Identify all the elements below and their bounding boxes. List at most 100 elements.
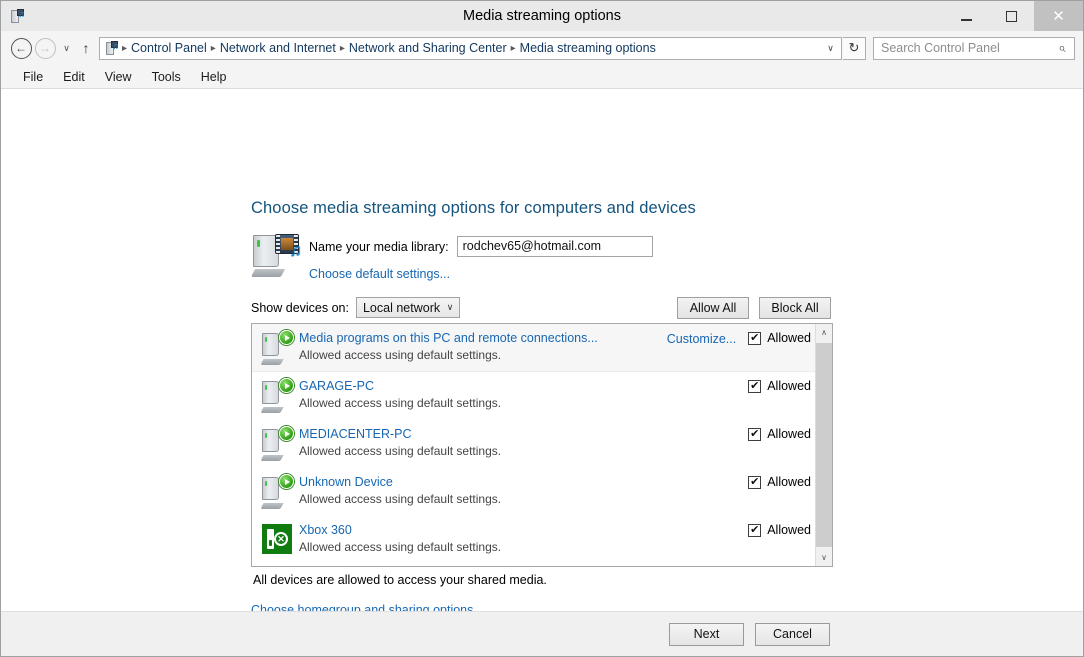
breadcrumb-item-control-panel[interactable]: Control Panel: [128, 41, 210, 55]
media-library-section: ♫ Name your media library: rodchev65@hot…: [250, 232, 653, 281]
menu-item-help[interactable]: Help: [191, 67, 237, 87]
back-button[interactable]: ←: [9, 36, 33, 60]
play-icon: [279, 378, 294, 393]
search-icon: ⌕: [1058, 40, 1066, 55]
media-library-icon: ♫: [250, 232, 302, 278]
xbox-icon: ✕: [261, 522, 295, 558]
menu-item-view[interactable]: View: [95, 67, 142, 87]
play-icon: [279, 474, 294, 489]
play-icon: [279, 330, 294, 345]
back-icon: ←: [10, 37, 32, 59]
breadcrumb-separator: ▸: [210, 42, 216, 54]
menu-item-edit[interactable]: Edit: [53, 67, 95, 87]
table-row[interactable]: MEDIACENTER-PC Allowed access using defa…: [252, 420, 815, 468]
device-name[interactable]: Unknown Device: [299, 475, 748, 489]
allowed-checkbox[interactable]: ✔: [748, 524, 762, 537]
show-devices-label: Show devices on:: [251, 300, 349, 315]
bulk-action-buttons: Allow All Block All: [677, 297, 831, 319]
device-allow-group[interactable]: ✔ Allowed: [748, 329, 811, 345]
allow-all-button[interactable]: Allow All: [677, 297, 749, 319]
minimize-icon: [961, 18, 972, 21]
device-status: Allowed access using default settings.: [299, 348, 502, 362]
device-list-rows: Media programs on this PC and remote con…: [252, 324, 815, 566]
search-input[interactable]: Search Control Panel: [881, 41, 1054, 55]
show-devices-value: Local network: [362, 300, 441, 315]
media-server-icon: [260, 426, 295, 462]
device-name[interactable]: Xbox 360: [299, 523, 748, 537]
allowed-label: Allowed: [767, 379, 811, 393]
device-list: Media programs on this PC and remote con…: [251, 323, 833, 567]
table-row[interactable]: Unknown Device Allowed access using defa…: [252, 468, 815, 516]
device-status: Allowed access using default settings.: [299, 540, 502, 554]
device-allow-group[interactable]: ✔ Allowed: [748, 521, 811, 537]
allowed-label: Allowed: [767, 475, 811, 489]
breadcrumb-item-network-and-sharing-center[interactable]: Network and Sharing Center: [346, 41, 510, 55]
scrollbar-track[interactable]: [816, 341, 832, 549]
allowed-label: Allowed: [767, 523, 811, 537]
breadcrumb-icon: ♫: [104, 40, 119, 56]
allowed-checkbox[interactable]: ✔: [748, 476, 762, 489]
allowed-checkbox[interactable]: ✔: [748, 380, 762, 393]
device-name[interactable]: MEDIACENTER-PC: [299, 427, 748, 441]
media-server-icon: [260, 474, 295, 510]
table-row[interactable]: ✕ Xbox 360 Allowed access using default …: [252, 516, 815, 564]
address-bar: ← → ∨ ↑ ♫ ▸ Control Panel ▸ Network and …: [1, 31, 1083, 65]
device-status: Allowed access using default settings.: [299, 444, 502, 458]
device-list-scrollbar[interactable]: ∧ ∨: [815, 324, 832, 566]
link-choose-homegroup-and-sharing-options[interactable]: Choose homegroup and sharing options: [251, 601, 473, 611]
device-name[interactable]: GARAGE-PC: [299, 379, 748, 393]
recent-locations-button[interactable]: ∨: [58, 36, 75, 60]
device-allow-group[interactable]: ✔ Allowed: [748, 377, 811, 393]
up-button[interactable]: ↑: [75, 36, 97, 60]
device-allow-group[interactable]: ✔ Allowed: [748, 473, 811, 489]
scroll-up-button[interactable]: ∧: [816, 324, 832, 341]
menu-item-tools[interactable]: Tools: [142, 67, 191, 87]
window-controls: ✕: [944, 1, 1083, 31]
cancel-button[interactable]: Cancel: [755, 622, 830, 646]
show-devices-select[interactable]: Local network ∨: [355, 297, 460, 318]
breadcrumb-item-media-streaming-options[interactable]: Media streaming options: [517, 41, 659, 55]
media-server-icon: [260, 330, 295, 366]
media-streaming-options-window: ♫ Media streaming options ✕ ← → ∨ ↑ ♫ ▸ …: [0, 0, 1084, 657]
chevron-up-icon: ∧: [821, 328, 827, 337]
breadcrumb-separator: ▸: [510, 42, 516, 54]
refresh-button[interactable]: ↻: [843, 36, 866, 60]
device-allow-group[interactable]: ✔ Allowed: [748, 425, 811, 441]
close-icon: ✕: [1052, 8, 1065, 25]
device-name[interactable]: Media programs on this PC and remote con…: [299, 331, 667, 345]
breadcrumb-item-network-and-internet[interactable]: Network and Internet: [217, 41, 339, 55]
choose-default-settings-link[interactable]: Choose default settings...: [309, 267, 653, 281]
breadcrumb-dropdown-button[interactable]: ∨: [822, 38, 839, 59]
chevron-down-icon: ∨: [446, 302, 454, 312]
show-devices-section: Show devices on: Local network ∨: [251, 297, 460, 318]
media-streaming-icon: ♫: [9, 8, 25, 25]
table-row[interactable]: Media programs on this PC and remote con…: [252, 324, 815, 372]
allowed-label: Allowed: [767, 331, 811, 345]
media-library-name-input[interactable]: rodchev65@hotmail.com: [456, 236, 653, 257]
allowed-checkbox[interactable]: ✔: [748, 332, 762, 345]
breadcrumb-separator: ▸: [122, 42, 128, 54]
menu-item-file[interactable]: File: [13, 67, 53, 87]
customize-link[interactable]: Customize...: [667, 329, 736, 346]
maximize-button[interactable]: [989, 1, 1034, 31]
allowed-checkbox[interactable]: ✔: [748, 428, 762, 441]
breadcrumb: ▸ Control Panel ▸ Network and Internet ▸…: [121, 41, 822, 55]
status-text: All devices are allowed to access your s…: [253, 573, 547, 587]
table-row[interactable]: GARAGE-PC Allowed access using default s…: [252, 372, 815, 420]
block-all-button[interactable]: Block All: [759, 297, 831, 319]
forward-button[interactable]: →: [33, 36, 57, 60]
refresh-icon: ↻: [848, 40, 860, 55]
media-server-icon: [260, 378, 295, 414]
forward-icon: →: [34, 37, 56, 59]
scroll-down-button[interactable]: ∨: [816, 549, 832, 566]
breadcrumb-bar[interactable]: ♫ ▸ Control Panel ▸ Network and Internet…: [99, 36, 842, 60]
dialog-footer: Next Cancel: [1, 611, 1083, 656]
minimize-button[interactable]: [944, 1, 989, 31]
chevron-down-icon: ∨: [827, 42, 834, 53]
next-button[interactable]: Next: [669, 622, 744, 646]
media-library-label: Name your media library:: [309, 239, 449, 254]
close-button[interactable]: ✕: [1034, 1, 1083, 31]
scrollbar-thumb[interactable]: [816, 343, 832, 547]
arrow-up-icon: ↑: [82, 40, 90, 56]
search-box[interactable]: Search Control Panel ⌕: [873, 36, 1075, 60]
